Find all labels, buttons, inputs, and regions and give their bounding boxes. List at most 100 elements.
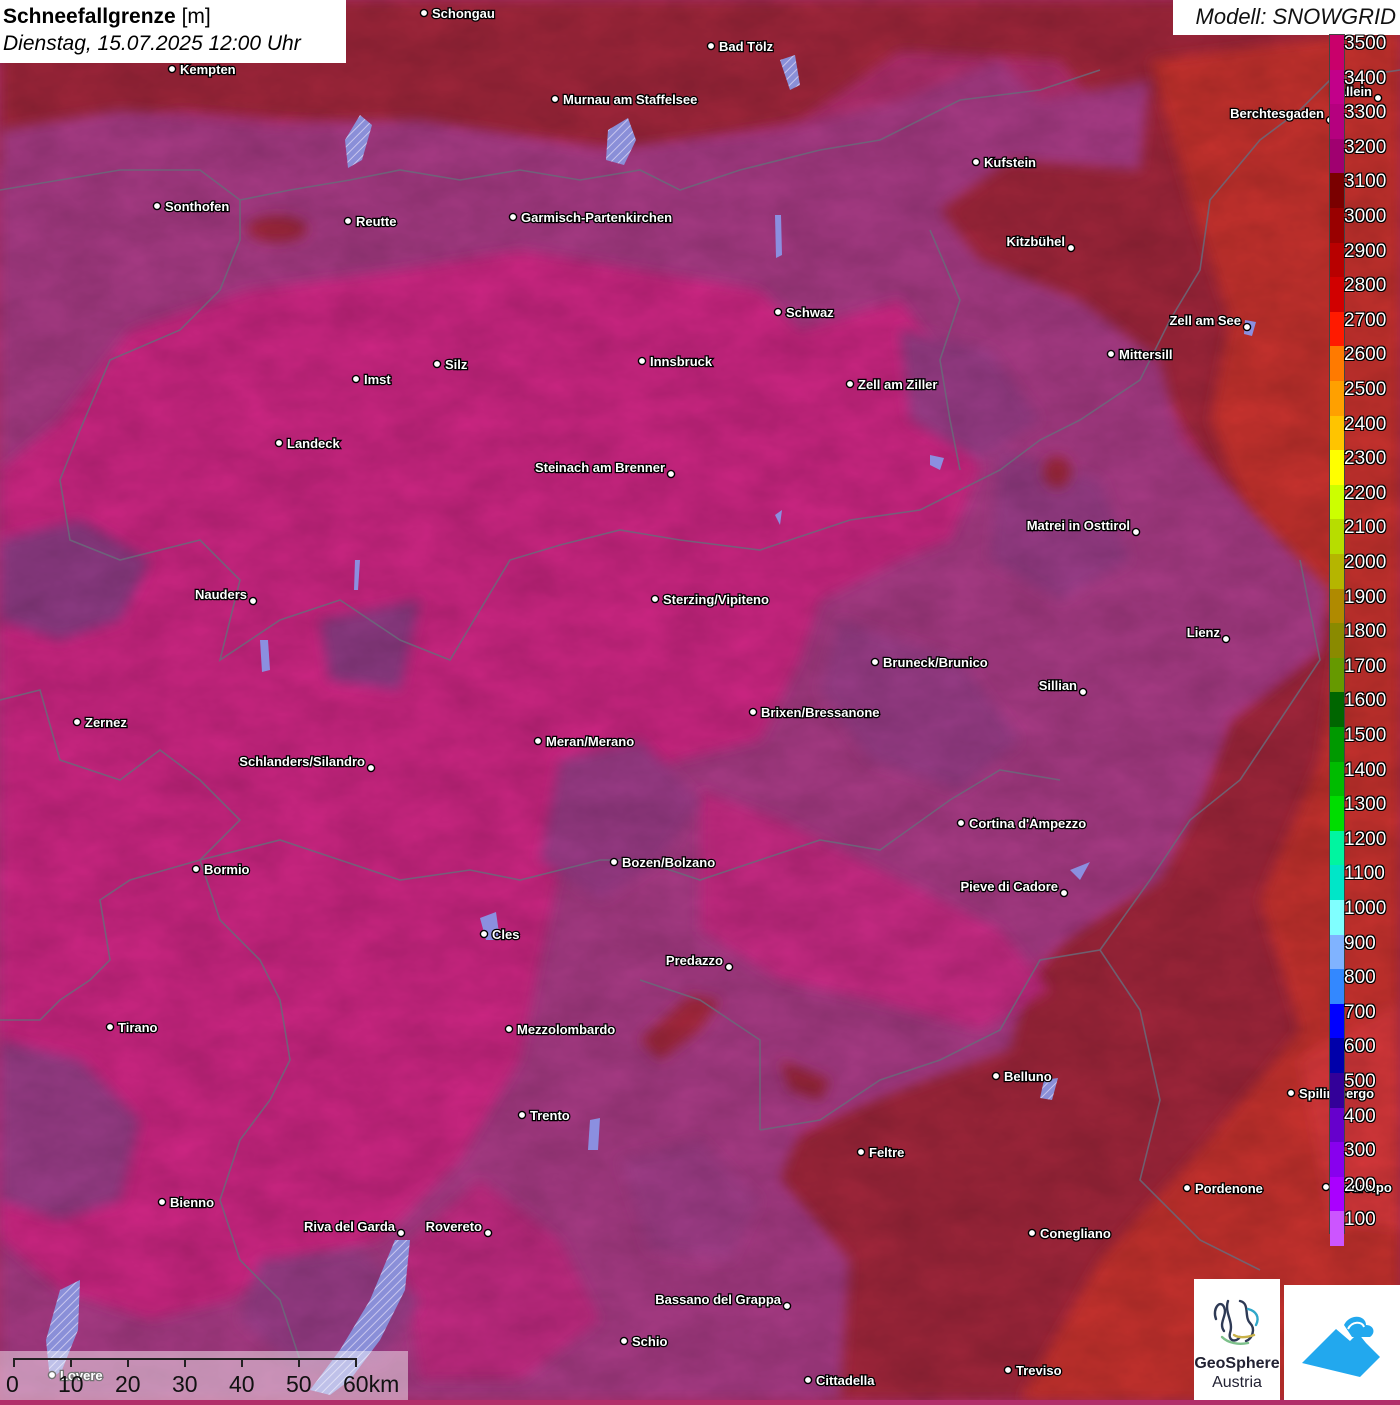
geosphere-logo[interactable]: GeoSphere Austria <box>1194 1279 1280 1400</box>
geosphere-name: GeoSphere <box>1194 1355 1280 1372</box>
legend-color-step <box>1330 588 1344 624</box>
city-marker-dot <box>845 379 855 389</box>
legend-label: 700 <box>1344 1001 1376 1023</box>
city-marker-dot <box>483 1228 493 1238</box>
city-label: Lienz <box>1187 625 1221 640</box>
snow-mountain-icon <box>1302 1316 1380 1377</box>
city-label: Cortina d'Ampezzo <box>969 816 1086 831</box>
legend-label: 600 <box>1344 1036 1376 1058</box>
title-parameter: Schneefallgrenze <box>3 5 176 28</box>
city-label: Schlanders/Silandro <box>239 754 365 769</box>
legend-label: 3300 <box>1344 102 1387 124</box>
city-label: Conegliano <box>1040 1226 1111 1241</box>
legend-color-step <box>1330 796 1344 832</box>
legend-label: 3000 <box>1344 206 1387 227</box>
city-label: Bruneck/Brunico <box>883 655 988 670</box>
city-label: Zell am Ziller <box>858 377 937 392</box>
legend-label: 1800 <box>1344 621 1387 643</box>
city-label: Trento <box>530 1108 570 1123</box>
city-label: Bormio <box>204 862 250 877</box>
city-marker-dot <box>550 94 560 104</box>
legend-label: 200 <box>1344 1174 1376 1196</box>
scale-tick <box>70 1358 72 1367</box>
city-label: Kempten <box>180 62 236 77</box>
city-label: Bad Tölz <box>719 39 774 54</box>
city-label: Pieve di Cadore <box>960 879 1058 894</box>
city-label: Matrei in Osttirol <box>1027 518 1130 533</box>
city-marker-dot <box>609 857 619 867</box>
legend-label: 3200 <box>1344 136 1387 158</box>
legend-color-step <box>1330 277 1344 313</box>
city-marker-dot <box>248 596 258 606</box>
legend-color-step <box>1330 1107 1344 1143</box>
map-title-box: Schneefallgrenze [m] Dienstag, 15.07.202… <box>0 0 346 63</box>
legend-color-step <box>1330 830 1344 866</box>
city-marker-dot <box>517 1110 527 1120</box>
city-marker-dot <box>1066 243 1076 253</box>
city-marker-dot <box>971 157 981 167</box>
legend-label: 500 <box>1344 1071 1376 1092</box>
city-marker-dot <box>1003 1365 1013 1375</box>
city-label: Cles <box>492 927 519 942</box>
city-marker-dot <box>1182 1183 1192 1193</box>
legend-color-step <box>1330 1211 1344 1247</box>
city-label: Mittersill <box>1119 347 1172 362</box>
legend-color-step <box>1330 381 1344 417</box>
city-marker-dot <box>856 1147 866 1157</box>
scale-tick <box>355 1358 357 1367</box>
legend-color-step <box>1330 484 1344 520</box>
legend-color-step <box>1330 692 1344 728</box>
city-label: Feltre <box>869 1145 904 1160</box>
legend-label: 1900 <box>1344 586 1387 608</box>
city-marker-dot <box>533 736 543 746</box>
legend-color-step <box>1330 934 1344 970</box>
city-label: Garmisch-Partenkirchen <box>521 210 672 225</box>
city-label: Reutte <box>356 214 396 229</box>
city-label: Innsbruck <box>650 354 713 369</box>
city-marker-dot <box>274 438 284 448</box>
city-marker-dot <box>508 212 518 222</box>
color-legend: 3500 3400 3300 3200 3100 3000 2900 2800 2700 2600… <box>1328 34 1400 1247</box>
legend-label: 1300 <box>1344 794 1387 816</box>
title-unit: [m] <box>181 5 211 28</box>
legend-label: 2600 <box>1344 344 1387 366</box>
city-label: Landeck <box>287 436 341 451</box>
city-label: Rovereto <box>426 1219 482 1234</box>
legend-color-step <box>1330 415 1344 451</box>
city-marker-dot <box>803 1375 813 1385</box>
city-label: Silz <box>445 357 468 372</box>
city-label: Kufstein <box>984 155 1036 170</box>
snowline-map[interactable]: Schongau Kempten Bad Tölz Murnau am Staffel… <box>0 0 1400 1400</box>
legend-label: 1100 <box>1344 863 1385 885</box>
city-marker-dot <box>956 818 966 828</box>
legend-color-step <box>1330 727 1344 763</box>
legend-label: 2200 <box>1344 482 1387 504</box>
legend-color-step <box>1330 138 1344 174</box>
city-label: Sillian <box>1039 678 1077 693</box>
city-label: Sonthofen <box>165 199 229 214</box>
city-marker-dot <box>105 1022 115 1032</box>
city-label: Cittadella <box>816 1373 875 1388</box>
legend-color-step <box>1330 865 1344 901</box>
city-label: Berchtesgaden <box>1230 106 1324 121</box>
city-marker-dot <box>1106 349 1116 359</box>
city-label: Brixen/Bressanone <box>761 705 880 720</box>
legend-color-step <box>1330 657 1344 693</box>
city-marker-dot <box>157 1197 167 1207</box>
legend-label: 800 <box>1344 967 1376 989</box>
legend-label: 2400 <box>1344 413 1387 435</box>
legend-label: 1600 <box>1344 690 1387 712</box>
legend-label: 2700 <box>1344 309 1387 331</box>
city-label: Riva del Garda <box>304 1219 396 1234</box>
app-logo[interactable] <box>1284 1285 1400 1400</box>
city-marker-dot <box>1027 1228 1037 1238</box>
city-marker-dot <box>152 201 162 211</box>
legend-label: 2300 <box>1344 448 1387 470</box>
scale-tick <box>298 1358 300 1367</box>
city-marker-dot <box>782 1301 792 1311</box>
legend-label: 300 <box>1344 1140 1376 1162</box>
scale-tick <box>127 1358 129 1367</box>
legend-color-step <box>1330 1176 1344 1212</box>
scale-label: 50 <box>286 1371 312 1397</box>
city-marker-dot <box>748 707 758 717</box>
